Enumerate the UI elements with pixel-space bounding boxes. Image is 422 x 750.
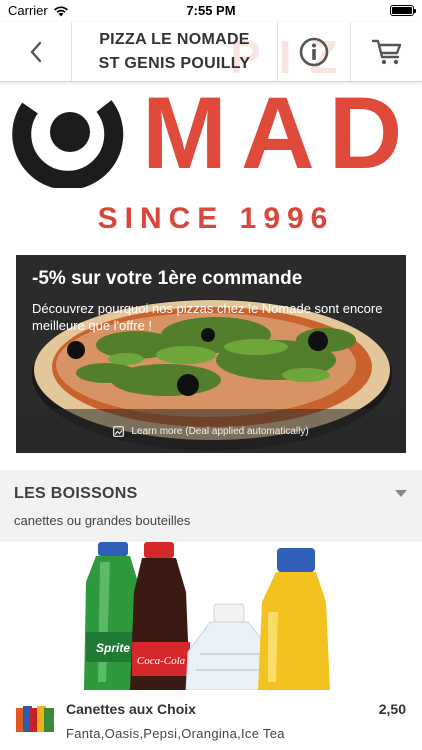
drinks-image: Sprite Coca-Cola	[0, 542, 422, 690]
back-button[interactable]	[0, 22, 72, 81]
battery-icon	[390, 5, 416, 16]
item-thumbnail	[16, 706, 54, 732]
cart-icon	[371, 39, 401, 65]
status-bar: Carrier 7:55 PM	[0, 0, 422, 22]
image-icon	[113, 425, 125, 437]
category-subtitle: canettes ou grandes bouteilles	[14, 513, 191, 528]
promo-banner[interactable]: -5% sur votre 1ère commande Découvrez po…	[16, 255, 406, 453]
category-title: LES BOISSONS	[14, 485, 138, 502]
promo-description: Découvrez pourquoi nos pizzas chez le No…	[32, 301, 383, 333]
cart-button[interactable]	[351, 22, 422, 81]
title-line-2: ST GENIS POUILLY	[98, 55, 251, 72]
coke-label: Coca-Cola	[137, 655, 186, 667]
nav-bar: PIZ PIZZA LE NOMADE ST GENIS POUILLY	[0, 22, 422, 82]
status-time: 7:55 PM	[186, 3, 236, 18]
promo-title: -5% sur votre 1ère commande	[32, 268, 303, 289]
item-description: Fanta,Oasis,Pepsi,Orangina,Ice Tea	[66, 726, 285, 741]
learn-more-text: Learn more (Deal applied automatically)	[131, 425, 309, 437]
item-name: Canettes aux Choix	[66, 701, 196, 717]
title-line-1: PIZZA LE NOMADE	[99, 31, 250, 48]
logo-since: SINCE 1996	[97, 202, 335, 235]
restaurant-title: PIZZA LE NOMADE ST GENIS POUILLY	[72, 22, 278, 81]
info-icon	[299, 37, 329, 67]
item-price: 2,50	[378, 701, 406, 717]
back-chevron-icon	[30, 41, 41, 63]
logo-mark-icon	[12, 100, 124, 188]
logo-wordmark: MAD	[142, 82, 417, 190]
sprite-label: Sprite	[96, 641, 130, 655]
menu-item[interactable]: Canettes aux Choix 2,50 Fanta,Oasis,Peps…	[0, 690, 422, 750]
bottles-illustration: Sprite Coca-Cola	[84, 542, 330, 690]
info-button[interactable]	[278, 22, 351, 81]
restaurant-logo: MAD SINCE 1996	[0, 82, 422, 242]
promo-learn-more[interactable]: Learn more (Deal applied automatically)	[16, 409, 406, 453]
category-header[interactable]: LES BOISSONS canettes ou grandes bouteil…	[0, 470, 422, 542]
dropdown-arrow-icon[interactable]	[395, 490, 407, 497]
